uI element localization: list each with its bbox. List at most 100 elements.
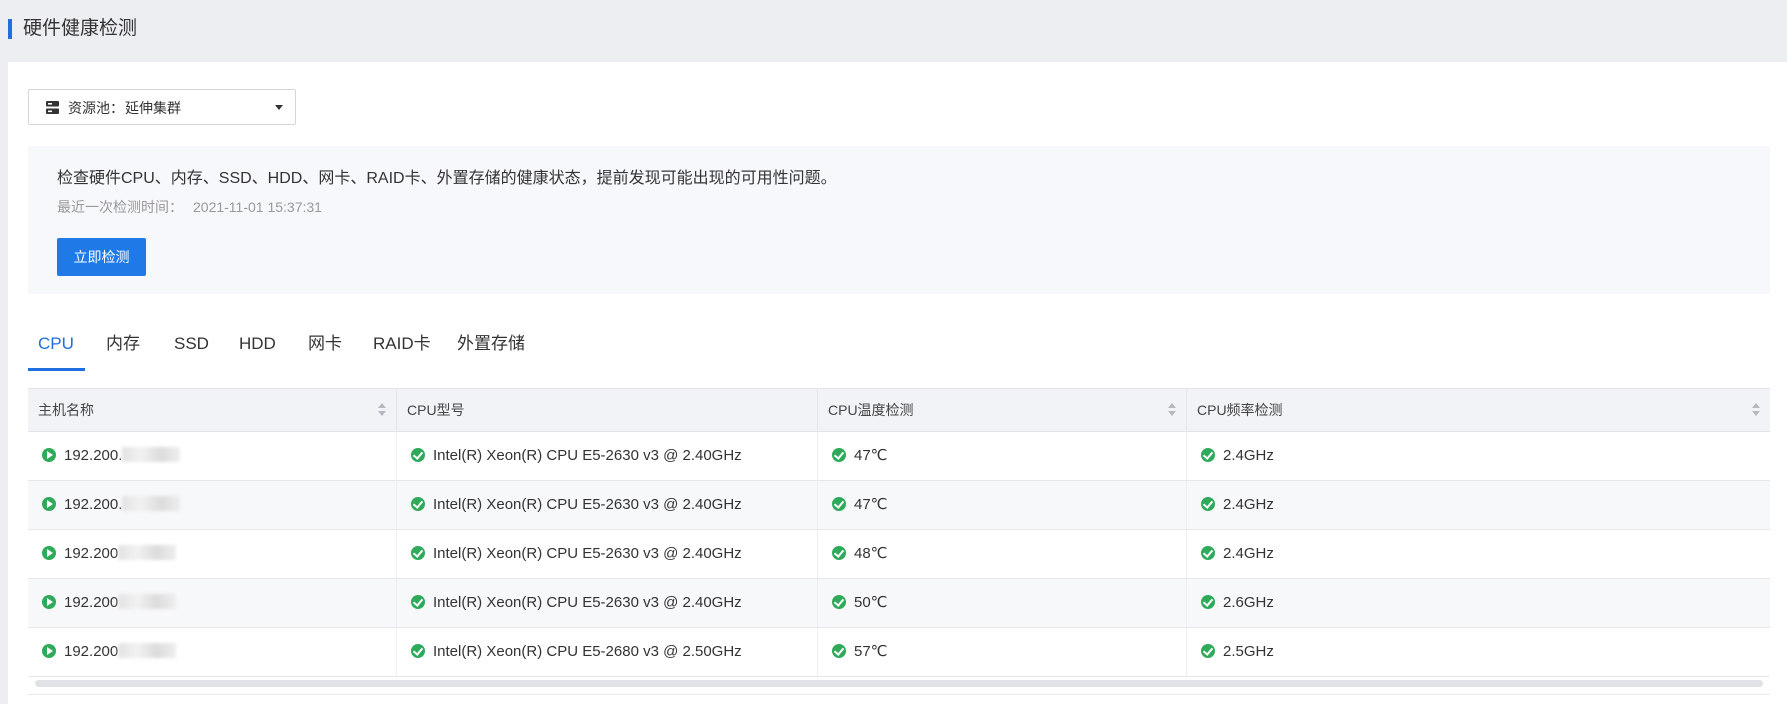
last-check-time: 最近一次检测时间： 2021-11-01 15:37:31 — [57, 197, 322, 217]
cpu-model: Intel(R) Xeon(R) CPU E5-2630 v3 @ 2.40GH… — [433, 594, 742, 611]
host-name: 192.200 — [64, 594, 119, 611]
tab-cpu[interactable]: CPU — [38, 332, 74, 356]
tab-external-storage[interactable]: 外置存储 — [457, 332, 525, 356]
column-header-label: CPU温度检测 — [828, 402, 914, 418]
active-tab-indicator — [28, 368, 85, 371]
tab-raid[interactable]: RAID卡 — [373, 332, 431, 356]
check-circle-icon — [832, 595, 846, 609]
check-circle-icon — [1201, 595, 1215, 609]
play-circle-icon[interactable] — [42, 546, 56, 560]
pool-value: 延伸集群 — [125, 100, 181, 116]
tab-hdd[interactable]: HDD — [239, 332, 276, 356]
host-name: 192.200. — [64, 496, 123, 513]
table-row[interactable]: 192.200 Intel(R) Xeon(R) CPU E5-2630 v3 … — [28, 530, 1770, 579]
table-row[interactable]: 192.200. Intel(R) Xeon(R) CPU E5-2630 v3… — [28, 432, 1770, 481]
freq-cell: 2.4GHz — [1187, 432, 1770, 480]
redacted-mask — [122, 496, 181, 511]
model-cell: Intel(R) Xeon(R) CPU E5-2630 v3 @ 2.40GH… — [397, 530, 818, 578]
check-circle-icon — [1201, 644, 1215, 658]
play-circle-icon[interactable] — [42, 497, 56, 511]
cpu-model: Intel(R) Xeon(R) CPU E5-2680 v3 @ 2.50GH… — [433, 643, 742, 660]
model-cell: Intel(R) Xeon(R) CPU E5-2630 v3 @ 2.40GH… — [397, 432, 818, 480]
check-circle-icon — [411, 595, 425, 609]
column-header-frequency[interactable]: CPU频率检测 — [1187, 389, 1770, 431]
temp-cell: 47℃ — [818, 432, 1187, 480]
chevron-down-icon — [275, 105, 283, 110]
cpu-temp: 47℃ — [854, 447, 888, 464]
run-check-button[interactable]: 立即检测 — [57, 238, 146, 276]
divider — [28, 694, 1770, 695]
check-description: 检查硬件CPU、内存、SSD、HDD、网卡、RAID卡、外置存储的健康状态，提前… — [57, 170, 837, 187]
model-cell: Intel(R) Xeon(R) CPU E5-2630 v3 @ 2.40GH… — [397, 579, 818, 627]
check-circle-icon — [411, 448, 425, 462]
host-cell: 192.200 — [28, 579, 397, 627]
check-circle-icon — [832, 448, 846, 462]
check-circle-icon — [411, 644, 425, 658]
tab-bar: CPU 内存 SSD HDD 网卡 RAID卡 外置存储 — [28, 317, 1770, 371]
table-header: 主机名称 CPU型号 CPU温度检测 CPU频率检测 — [28, 388, 1770, 432]
temp-cell: 48℃ — [818, 530, 1187, 578]
tab-ssd[interactable]: SSD — [174, 332, 209, 356]
check-circle-icon — [832, 546, 846, 560]
host-cell: 192.200 — [28, 530, 397, 578]
redacted-mask — [118, 594, 177, 609]
check-circle-icon — [832, 497, 846, 511]
sort-icon[interactable] — [378, 403, 386, 417]
model-cell: Intel(R) Xeon(R) CPU E5-2680 v3 @ 2.50GH… — [397, 628, 818, 676]
column-header-label: CPU频率检测 — [1197, 402, 1283, 418]
host-name: 192.200. — [64, 447, 123, 464]
table-row[interactable]: 192.200. Intel(R) Xeon(R) CPU E5-2630 v3… — [28, 481, 1770, 530]
title-accent-bar — [8, 19, 12, 39]
table-row[interactable]: 192.200 Intel(R) Xeon(R) CPU E5-2680 v3 … — [28, 628, 1770, 677]
cpu-model: Intel(R) Xeon(R) CPU E5-2630 v3 @ 2.40GH… — [433, 496, 742, 513]
host-name: 192.200 — [64, 545, 119, 562]
table-row[interactable]: 192.200 Intel(R) Xeon(R) CPU E5-2630 v3 … — [28, 579, 1770, 628]
cpu-temp: 47℃ — [854, 496, 888, 513]
play-circle-icon[interactable] — [42, 448, 56, 462]
check-circle-icon — [1201, 497, 1215, 511]
tab-nic[interactable]: 网卡 — [308, 332, 342, 356]
temp-cell: 57℃ — [818, 628, 1187, 676]
cpu-freq: 2.4GHz — [1223, 545, 1274, 562]
header-bar: 硬件健康检测 — [0, 0, 1787, 62]
cpu-freq: 2.4GHz — [1223, 447, 1274, 464]
check-circle-icon — [411, 546, 425, 560]
sort-icon[interactable] — [1752, 403, 1760, 417]
page-title: 硬件健康检测 — [23, 18, 138, 39]
play-circle-icon[interactable] — [42, 644, 56, 658]
cpu-temp: 50℃ — [854, 594, 888, 611]
column-header-host[interactable]: 主机名称 — [28, 389, 397, 431]
freq-cell: 2.5GHz — [1187, 628, 1770, 676]
resource-pool-select[interactable]: 资源池： 延伸集群 — [28, 89, 296, 125]
info-panel: 检查硬件CPU、内存、SSD、HDD、网卡、RAID卡、外置存储的健康状态，提前… — [28, 146, 1770, 294]
tab-memory[interactable]: 内存 — [106, 332, 140, 356]
redacted-mask — [122, 447, 181, 462]
column-header-temperature[interactable]: CPU温度检测 — [818, 389, 1187, 431]
cpu-freq: 2.6GHz — [1223, 594, 1274, 611]
host-cell: 192.200 — [28, 628, 397, 676]
pool-label: 资源池： — [68, 100, 124, 116]
server-icon — [46, 101, 59, 114]
check-circle-icon — [1201, 448, 1215, 462]
redacted-mask — [118, 643, 177, 658]
sort-icon[interactable] — [1168, 403, 1176, 417]
freq-cell: 2.4GHz — [1187, 530, 1770, 578]
temp-cell: 47℃ — [818, 481, 1187, 529]
play-circle-icon[interactable] — [42, 595, 56, 609]
last-check-label: 最近一次检测时间： — [57, 199, 183, 215]
horizontal-scrollbar[interactable] — [35, 680, 1763, 687]
column-header-model: CPU型号 — [397, 389, 818, 431]
cpu-temp: 57℃ — [854, 643, 888, 660]
freq-cell: 2.6GHz — [1187, 579, 1770, 627]
redacted-mask — [118, 545, 177, 560]
cpu-model: Intel(R) Xeon(R) CPU E5-2630 v3 @ 2.40GH… — [433, 447, 742, 464]
column-header-label: CPU型号 — [407, 402, 465, 418]
host-cell: 192.200. — [28, 432, 397, 480]
check-circle-icon — [832, 644, 846, 658]
cpu-freq: 2.4GHz — [1223, 496, 1274, 513]
temp-cell: 50℃ — [818, 579, 1187, 627]
main-card: 资源池： 延伸集群 检查硬件CPU、内存、SSD、HDD、网卡、RAID卡、外置… — [8, 62, 1787, 704]
cpu-model: Intel(R) Xeon(R) CPU E5-2630 v3 @ 2.40GH… — [433, 545, 742, 562]
model-cell: Intel(R) Xeon(R) CPU E5-2630 v3 @ 2.40GH… — [397, 481, 818, 529]
cpu-temp: 48℃ — [854, 545, 888, 562]
